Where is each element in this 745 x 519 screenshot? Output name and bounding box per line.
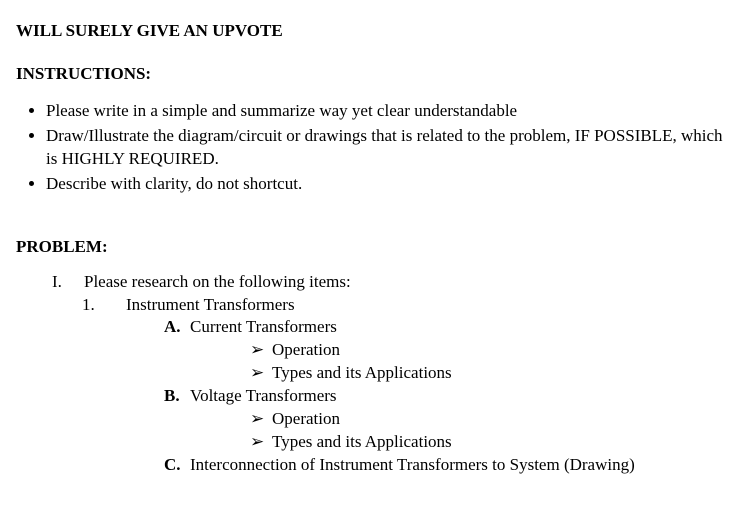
num-1: 1. xyxy=(68,294,108,317)
letter-b: B. xyxy=(164,385,190,408)
arrow-icon: ➢ xyxy=(250,339,272,362)
problem-block: I. Please research on the following item… xyxy=(16,271,729,477)
page-title: WILL SURELY GIVE AN UPVOTE xyxy=(16,20,729,43)
sub-b-operation: Operation xyxy=(272,408,340,431)
instruction-item: Draw/Illustrate the diagram/circuit or d… xyxy=(46,125,729,171)
letter-a-text: Current Transformers xyxy=(190,316,337,339)
num-1-text: Instrument Transformers xyxy=(108,294,295,317)
instruction-item: Describe with clarity, do not shortcut. xyxy=(46,173,729,196)
problem-heading: PROBLEM: xyxy=(16,236,729,259)
sub-a-operation: Operation xyxy=(272,339,340,362)
letter-b-text: Voltage Transformers xyxy=(190,385,337,408)
arrow-icon: ➢ xyxy=(250,362,272,385)
letter-a: A. xyxy=(164,316,190,339)
roman-numeral: I. xyxy=(24,271,68,294)
letter-c-text: Interconnection of Instrument Transforme… xyxy=(190,454,635,477)
arrow-icon: ➢ xyxy=(250,431,272,454)
instruction-item: Please write in a simple and summarize w… xyxy=(46,100,729,123)
letter-c: C. xyxy=(164,454,190,477)
arrow-icon: ➢ xyxy=(250,408,272,431)
instructions-heading: INSTRUCTIONS: xyxy=(16,63,729,86)
instructions-list: Please write in a simple and summarize w… xyxy=(16,100,729,196)
sub-b-types: Types and its Applications xyxy=(272,431,452,454)
roman-text: Please research on the following items: xyxy=(68,271,351,294)
sub-a-types: Types and its Applications xyxy=(272,362,452,385)
